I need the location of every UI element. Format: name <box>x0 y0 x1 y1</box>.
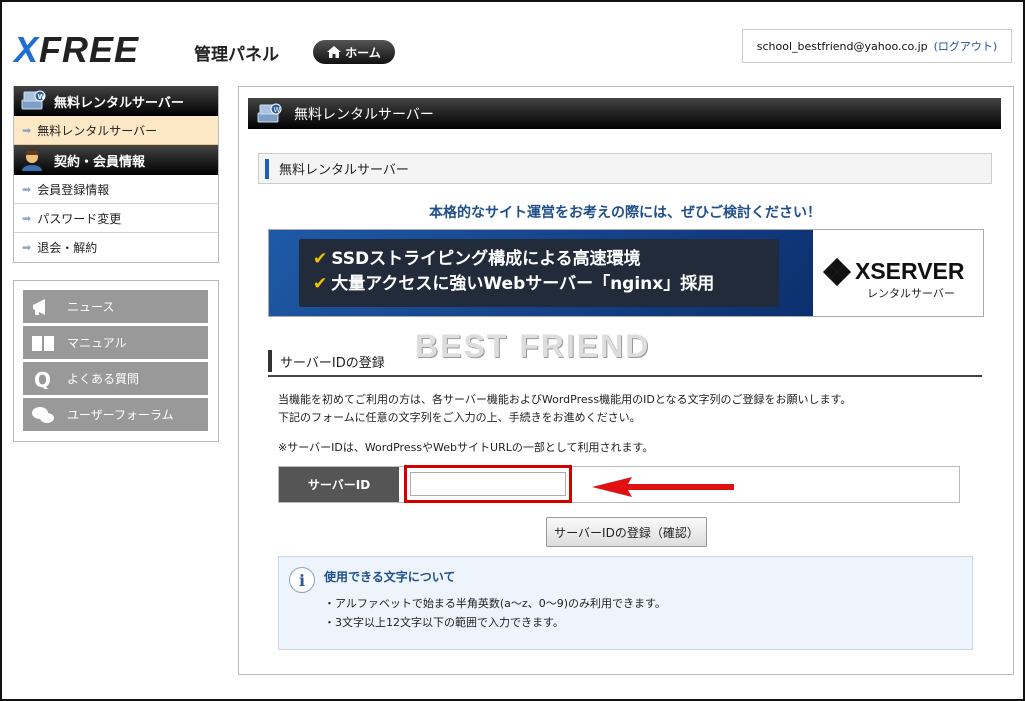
xfree-logo[interactable]: XFREE <box>14 30 139 70</box>
xserver-brand: XSERVER <box>855 258 965 284</box>
sidebar-section-account[interactable]: 契約・会員情報 <box>14 145 218 175</box>
megaphone-icon <box>33 298 45 315</box>
arrow-right-icon: ➡ <box>22 241 32 254</box>
sidebar-item-member-info[interactable]: ➡ 会員登録情報 <box>14 175 218 204</box>
highlight-box <box>404 465 572 503</box>
accent-bar <box>265 158 269 179</box>
sub-title-bar: 無料レンタルサーバー <box>258 153 992 184</box>
arrow-right-icon: ➡ <box>22 123 32 137</box>
panel-title: 管理パネル <box>194 45 279 65</box>
info-lines: ・アルファベットで始まる半角英数(a～z、0～9)のみ利用できます。 ・3文字以… <box>324 594 666 632</box>
sidebar-item-label: 会員登録情報 <box>37 182 110 197</box>
xserver-banner[interactable]: ✔ SSDストライピング構成による高速環境 ✔ 大量アクセスに強いWebサーバー「n… <box>268 229 984 317</box>
main-title-bar: W 無料レンタルサーバー <box>248 98 1001 129</box>
xserver-diamond-icon <box>822 257 852 286</box>
sidebar-item-label: パスワード変更 <box>37 211 122 226</box>
forum-label: ユーザーフォーラム <box>67 408 174 422</box>
info-line: ・アルファベットで始まる半角英数(a～z、0～9)のみ利用できます。 <box>324 597 666 610</box>
sidebar-section-title: 契約・会員情報 <box>54 154 146 170</box>
description-line: 当機能を初めてご利用の方は、各サーバー機能およびWordPress機能用のIDと… <box>278 393 852 406</box>
banner-line2: 大量アクセスに強いWebサーバー「nginx」採用 <box>331 274 715 294</box>
logout-link[interactable]: (ログアウト) <box>934 38 998 54</box>
news-label: ニュース <box>67 300 115 314</box>
xserver-sub: レンタルサーバー <box>867 287 955 300</box>
home-label: ホーム <box>345 45 381 60</box>
main-title: 無料レンタルサーバー <box>294 106 434 123</box>
red-arrow-icon <box>592 477 734 497</box>
check-icon: ✔ <box>313 274 328 294</box>
server-icon: W <box>21 90 46 110</box>
sidebar-section-server[interactable]: W 無料レンタルサーバー <box>14 86 218 116</box>
banner-text-box: ✔ SSDストライピング構成による高速環境 ✔ 大量アクセスに強いWebサーバー「n… <box>299 239 779 307</box>
info-box: i 使用できる文字について ・アルファベットで始まる半角英数(a～z、0～9)の… <box>278 556 973 650</box>
home-icon <box>327 46 342 58</box>
section-title: サーバーIDの登録 <box>280 355 385 371</box>
user-icon <box>22 151 42 171</box>
manual-button[interactable]: マニュアル <box>23 326 208 359</box>
info-line: ・3文字以上12文字以下の範囲で入力できます。 <box>324 616 564 629</box>
sidebar-item-free-server[interactable]: ➡ 無料レンタルサーバー <box>14 116 218 145</box>
sidebar-item-password[interactable]: ➡ パスワード変更 <box>14 204 218 233</box>
banner-line1: SSDストライピング構成による高速環境 <box>331 249 641 269</box>
news-button[interactable]: ニュース <box>23 290 208 323</box>
user-email: school_bestfriend@yahoo.co.jp <box>756 39 928 53</box>
sidebar-nav-buttons: ニュース マニュアル Q よくある質問 ユーザーフォーラム <box>13 280 219 442</box>
tagline: 本格的なサイト運営をお考えの際には、ぜひご検討ください！ <box>429 205 821 221</box>
info-title: 使用できる文字について <box>324 570 456 584</box>
sidebar-item-label: 無料レンタルサーバー <box>37 123 158 138</box>
section-bar <box>268 350 272 372</box>
sidebar-item-label: 退会・解約 <box>37 241 98 255</box>
home-button[interactable]: ホーム <box>313 40 395 64</box>
svg-text:W: W <box>274 106 281 114</box>
sidebar-section-title: 無料レンタルサーバー <box>54 95 184 111</box>
sidebar-menu: W 無料レンタルサーバー ➡ 無料レンタルサーバー 契約・会員情報 ➡ 会員登録… <box>13 86 219 263</box>
user-info-box: school_bestfriend@yahoo.co.jp (ログアウト) <box>742 29 1012 63</box>
sidebar-item-cancel[interactable]: ➡ 退会・解約 <box>14 233 218 262</box>
arrow-right-icon: ➡ <box>22 182 32 196</box>
confirm-server-id-button[interactable]: サーバーIDの登録（確認） <box>546 517 707 547</box>
note-text: ※サーバーIDは、WordPressやWebサイトURLの一部として利用されます… <box>278 441 654 454</box>
info-icon: i <box>289 567 315 593</box>
description: 当機能を初めてご利用の方は、各サーバー機能およびWordPress機能用のIDと… <box>278 391 851 427</box>
server-id-label: サーバーID <box>279 467 399 502</box>
xserver-logo: XSERVER <box>822 257 965 286</box>
manual-label: マニュアル <box>67 336 127 350</box>
description-line: 下記のフォームに任意の文字列をご入力の上、手続きをお進めください。 <box>278 411 641 424</box>
q-icon: Q <box>34 369 51 389</box>
faq-label: よくある質問 <box>67 372 140 386</box>
sub-title: 無料レンタルサーバー <box>279 163 409 178</box>
watermark-text: BEST FRIEND <box>415 328 651 364</box>
svg-text:Q: Q <box>34 369 51 389</box>
svg-text:W: W <box>38 93 46 101</box>
book-icon <box>32 335 54 351</box>
arrow-right-icon: ➡ <box>22 211 32 225</box>
server-id-input[interactable] <box>410 472 566 496</box>
check-icon: ✔ <box>313 249 328 269</box>
server-icon: W <box>257 103 282 122</box>
chat-icon <box>32 406 54 423</box>
forum-button[interactable]: ユーザーフォーラム <box>23 398 208 431</box>
faq-button[interactable]: Q よくある質問 <box>23 362 208 395</box>
